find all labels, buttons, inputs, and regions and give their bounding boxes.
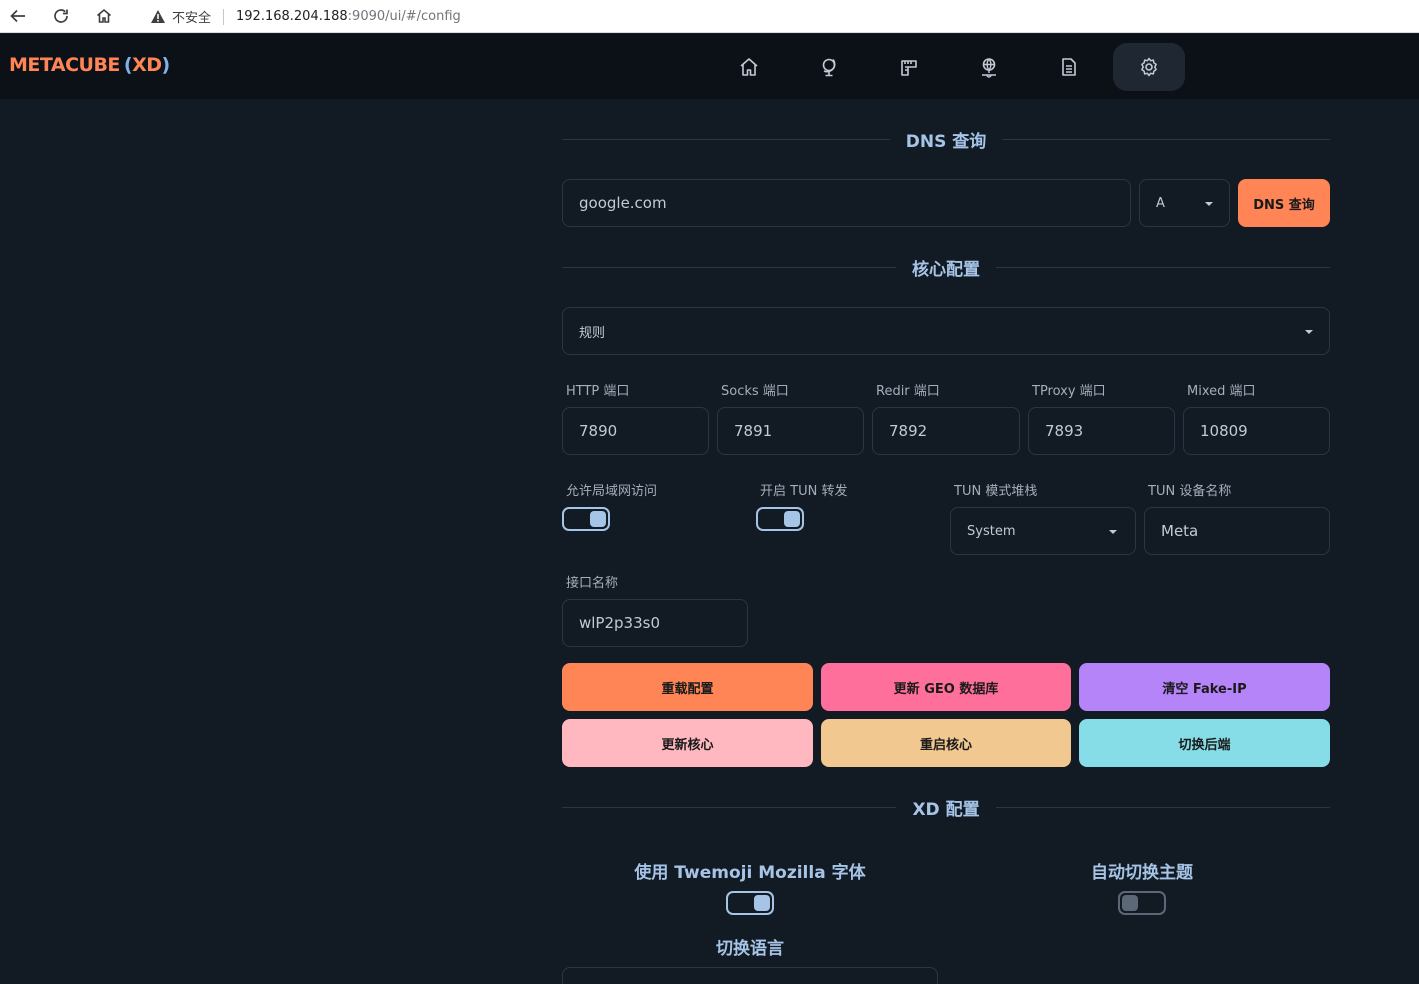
home-button[interactable] bbox=[92, 5, 116, 27]
url-host: 192.168.204.188 bbox=[236, 9, 348, 24]
toggle-knob bbox=[590, 511, 606, 527]
dns-record-type-value: A bbox=[1156, 195, 1165, 211]
mode-select[interactable]: 规则 bbox=[562, 307, 1330, 355]
browser-toolbar: 不安全 192.168.204.188:9090/ui/#/config bbox=[0, 0, 1419, 33]
tproxy-port-input[interactable]: 7893 bbox=[1028, 407, 1175, 455]
interface-label: 接口名称 bbox=[566, 576, 619, 591]
interface-input[interactable]: wlP2p33s0 bbox=[562, 599, 748, 647]
auto-theme-toggle[interactable] bbox=[1118, 891, 1166, 915]
globe-stand-icon bbox=[822, 58, 836, 77]
logs-icon bbox=[1062, 58, 1076, 76]
logo-xd: XD bbox=[132, 54, 162, 76]
tun-stack-value: System bbox=[967, 523, 1016, 539]
chevron-down-icon bbox=[1109, 530, 1117, 534]
dns-query-value: google.com bbox=[579, 194, 667, 212]
mode-value: 规则 bbox=[579, 325, 606, 341]
interface-value: wlP2p33s0 bbox=[579, 614, 660, 632]
address-separator bbox=[223, 8, 225, 25]
chevron-down-icon bbox=[1305, 330, 1313, 334]
tproxy-port-value: 7893 bbox=[1045, 422, 1084, 440]
reload-config-button[interactable]: 重载配置 bbox=[562, 663, 813, 711]
nav-rules[interactable] bbox=[873, 43, 945, 91]
home-icon bbox=[740, 58, 758, 76]
toggle-knob bbox=[754, 895, 770, 911]
dns-section-divider: DNS 查询 bbox=[562, 127, 1331, 152]
http-port-label: HTTP 端口 bbox=[566, 384, 630, 399]
dns-record-type-select[interactable]: A bbox=[1139, 179, 1230, 227]
gear-icon bbox=[1141, 57, 1157, 77]
arrow-left-icon bbox=[10, 9, 25, 23]
url-path: :9090/ui/#/config bbox=[347, 9, 461, 24]
allow-lan-label: 允许局域网访问 bbox=[566, 484, 658, 499]
auto-theme-label: 自动切换主题 bbox=[1091, 863, 1193, 883]
core-section-divider: 核心配置 bbox=[562, 255, 1330, 280]
redir-port-label: Redir 端口 bbox=[876, 384, 940, 399]
toggle-knob bbox=[784, 511, 800, 527]
restart-core-button[interactable]: 重启核心 bbox=[821, 719, 1071, 767]
tun-device-label: TUN 设备名称 bbox=[1148, 484, 1232, 499]
reload-button[interactable] bbox=[49, 5, 73, 27]
network-globe-icon bbox=[982, 58, 996, 78]
warning-icon bbox=[151, 10, 165, 23]
dns-query-button[interactable]: DNS 查询 bbox=[1238, 179, 1330, 227]
core-section-title: 核心配置 bbox=[912, 259, 980, 280]
redir-port-value: 7892 bbox=[889, 422, 928, 440]
flush-fakeip-button[interactable]: 清空 Fake-IP bbox=[1079, 663, 1330, 711]
twemoji-toggle[interactable] bbox=[726, 891, 774, 915]
security-text: 不安全 bbox=[172, 11, 212, 26]
reload-icon bbox=[54, 9, 68, 23]
tun-stack-select[interactable]: System bbox=[950, 507, 1136, 555]
nav-logs[interactable] bbox=[1033, 43, 1105, 91]
nav-proxies[interactable] bbox=[793, 43, 865, 91]
tun-device-input[interactable]: Meta bbox=[1144, 507, 1330, 555]
switch-backend-button[interactable]: 切换后端 bbox=[1079, 719, 1330, 767]
socks-port-label: Socks 端口 bbox=[721, 384, 789, 399]
back-button[interactable] bbox=[6, 5, 30, 27]
address-bar[interactable]: 不安全 192.168.204.188:9090/ui/#/config bbox=[134, 1, 1419, 32]
tun-enable-toggle[interactable] bbox=[756, 507, 804, 531]
language-select[interactable] bbox=[562, 967, 938, 984]
security-indicator[interactable]: 不安全 bbox=[134, 7, 211, 26]
xd-section-title: XD 配置 bbox=[912, 799, 980, 820]
socks-port-value: 7891 bbox=[734, 422, 773, 440]
nav-config[interactable] bbox=[1113, 43, 1185, 91]
tun-device-value: Meta bbox=[1161, 522, 1199, 540]
language-label: 切换语言 bbox=[716, 939, 784, 959]
http-port-value: 7890 bbox=[579, 422, 618, 440]
logo-paren-open: ( bbox=[123, 54, 133, 76]
dns-query-input[interactable]: google.com bbox=[562, 179, 1131, 227]
twemoji-label: 使用 Twemoji Mozilla 字体 bbox=[634, 863, 866, 883]
upgrade-core-button[interactable]: 更新核心 bbox=[562, 719, 813, 767]
logo[interactable]: METACUBE (XD) bbox=[9, 54, 170, 76]
mixed-port-label: Mixed 端口 bbox=[1187, 384, 1256, 399]
mixed-port-input[interactable]: 10809 bbox=[1183, 407, 1330, 455]
tun-enable-label: 开启 TUN 转发 bbox=[760, 484, 848, 499]
nav-overview[interactable] bbox=[713, 43, 785, 91]
update-geo-button[interactable]: 更新 GEO 数据库 bbox=[821, 663, 1071, 711]
home-icon bbox=[96, 8, 112, 23]
rules-icon bbox=[901, 60, 917, 76]
allow-lan-toggle[interactable] bbox=[562, 507, 610, 531]
tproxy-port-label: TProxy 端口 bbox=[1032, 384, 1106, 399]
logo-main: METACUBE bbox=[9, 54, 120, 76]
socks-port-input[interactable]: 7891 bbox=[717, 407, 864, 455]
nav-connections[interactable] bbox=[953, 43, 1025, 91]
mixed-port-value: 10809 bbox=[1200, 422, 1248, 440]
logo-paren-close: ) bbox=[161, 54, 171, 76]
toggle-knob bbox=[1122, 895, 1138, 911]
tun-stack-label: TUN 模式堆栈 bbox=[954, 484, 1038, 499]
dns-section-title: DNS 查询 bbox=[905, 131, 987, 152]
http-port-input[interactable]: 7890 bbox=[562, 407, 709, 455]
app-header: METACUBE (XD) bbox=[0, 34, 1419, 99]
redir-port-input[interactable]: 7892 bbox=[872, 407, 1020, 455]
xd-section-divider: XD 配置 bbox=[562, 795, 1331, 820]
chevron-down-icon bbox=[1205, 202, 1213, 206]
